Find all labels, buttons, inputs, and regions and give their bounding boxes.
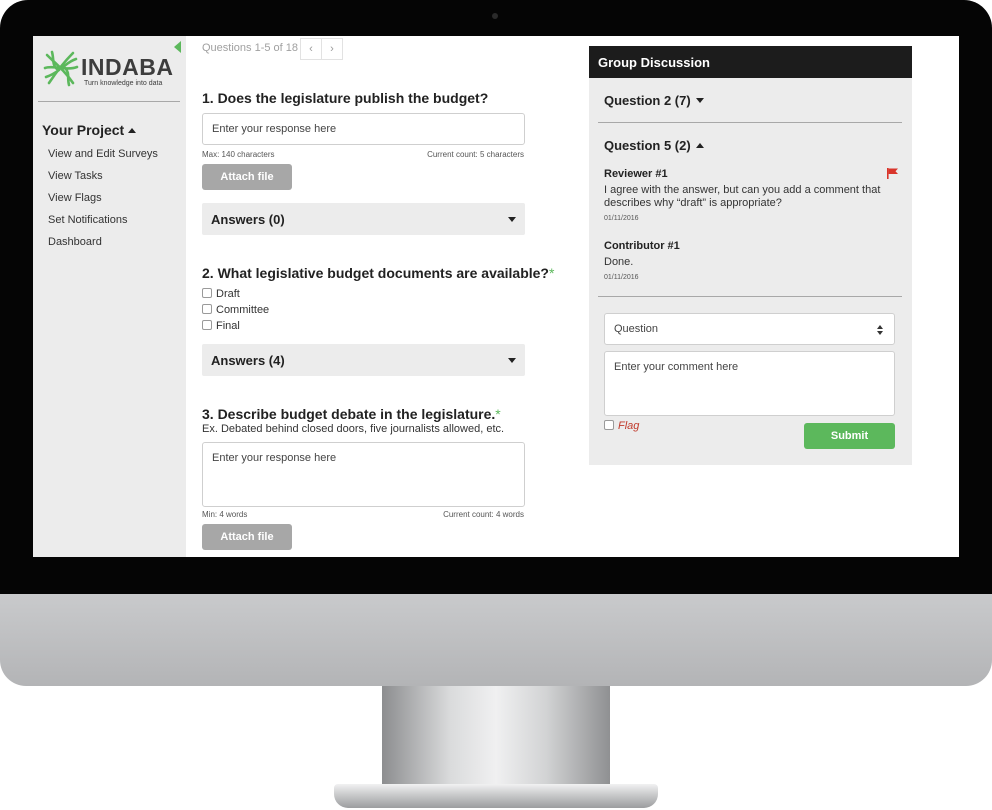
app-screen: INDABA Turn knowledge into data Your Pro… [33, 36, 959, 557]
comment-author: Contributor #1 [604, 240, 680, 252]
question-1-answers-toggle[interactable]: Answers (0) [202, 203, 525, 235]
panel-divider [598, 122, 902, 123]
question-3-count: Current count: 4 words [443, 510, 524, 519]
pager-status: Questions 1-5 of 18 [202, 42, 299, 54]
checkbox[interactable] [202, 304, 212, 314]
select-value: Question [614, 323, 659, 335]
comment-author: Reviewer #1 [604, 168, 668, 180]
chevron-down-icon [508, 358, 516, 363]
question-2-answers-toggle[interactable]: Answers (4) [202, 344, 525, 376]
panel-title: Group Discussion [589, 46, 912, 78]
checkbox[interactable] [604, 420, 614, 430]
question-3-limit: Min: 4 words [202, 510, 248, 519]
select-arrows-icon [877, 325, 883, 335]
flag-icon[interactable] [887, 168, 899, 179]
option-committee[interactable]: Committee [202, 304, 269, 318]
caret-up-icon [695, 143, 704, 148]
question-2-title-text: 2. What legislative budget documents are… [202, 265, 549, 281]
question-1-title: 1. Does the legislature publish the budg… [202, 90, 489, 106]
question-3-response-input[interactable]: Enter your response here [202, 442, 525, 507]
sidebar-item-dashboard[interactable]: Dashboard [48, 235, 158, 257]
question-1-count: Current count: 5 characters [427, 150, 524, 159]
flag-label: Flag [618, 420, 640, 432]
logo[interactable]: INDABA Turn knowledge into data [43, 49, 183, 91]
question-3-help: Ex. Debated behind closed doors, five jo… [202, 423, 505, 435]
comment-date: 01/11/2016 [604, 274, 639, 281]
comment-date: 01/11/2016 [604, 215, 639, 222]
answers-label: Answers (0) [211, 212, 285, 227]
caret-up-icon [128, 128, 137, 133]
group-label: Question 5 (2) [604, 138, 691, 153]
option-label: Draft [216, 288, 240, 300]
chevron-down-icon [508, 217, 516, 222]
panel-divider [598, 296, 902, 297]
question-3-title: 3. Describe budget debate in the legisla… [202, 406, 501, 422]
question-select[interactable]: Question [604, 313, 895, 345]
required-marker: * [549, 265, 555, 281]
option-label: Final [216, 320, 240, 332]
sidebar-item-view-flags[interactable]: View Flags [48, 191, 158, 213]
brand-tagline: Turn knowledge into data [84, 80, 163, 87]
indaba-logo-icon [43, 50, 79, 87]
option-label: Committee [216, 304, 270, 316]
project-title-label: Your Project [42, 122, 125, 138]
discussion-group-question-5[interactable]: Question 5 (2) [604, 138, 704, 153]
camera-dot [492, 13, 498, 19]
monitor-stand-base [334, 784, 658, 808]
sidebar-nav: View and Edit Surveys View Tasks View Fl… [48, 147, 158, 257]
required-marker: * [495, 406, 501, 422]
comment-body: Done. [604, 256, 634, 268]
discussion-group-question-2[interactable]: Question 2 (7) [604, 93, 704, 108]
option-final[interactable]: Final [202, 320, 240, 334]
submit-button[interactable]: Submit [804, 423, 895, 449]
option-draft[interactable]: Draft [202, 288, 240, 302]
sidebar: INDABA Turn knowledge into data Your Pro… [33, 36, 186, 557]
checkbox[interactable] [202, 320, 212, 330]
sidebar-item-view-edit-surveys[interactable]: View and Edit Surveys [48, 147, 158, 169]
group-label: Question 2 (7) [604, 93, 691, 108]
comment-input[interactable]: Enter your comment here [604, 351, 895, 416]
pager-next-button[interactable]: › [321, 38, 343, 60]
caret-down-icon [695, 98, 704, 103]
question-1-limit: Max: 140 characters [202, 150, 275, 159]
monitor-frame: INDABA Turn knowledge into data Your Pro… [0, 0, 992, 810]
sidebar-item-set-notifications[interactable]: Set Notifications [48, 213, 158, 235]
pager-prev-button[interactable]: ‹ [300, 38, 322, 60]
question-2-title: 2. What legislative budget documents are… [202, 265, 554, 281]
brand-name: INDABA [81, 54, 174, 80]
monitor-chin [0, 594, 992, 686]
question-1-response-input[interactable]: Enter your response here [202, 113, 525, 145]
question-3-title-text: 3. Describe budget debate in the legisla… [202, 406, 496, 422]
group-discussion-panel: Group Discussion Question 2 (7) Question… [589, 46, 912, 465]
sidebar-item-view-tasks[interactable]: View Tasks [48, 169, 158, 191]
flag-checkbox[interactable]: Flag [604, 420, 639, 432]
monitor-stand-neck [382, 686, 610, 786]
question-3-attach-button[interactable]: Attach file [202, 524, 292, 550]
comment-body: I agree with the answer, but can you add… [604, 184, 881, 209]
question-1-attach-button[interactable]: Attach file [202, 164, 292, 190]
checkbox[interactable] [202, 288, 212, 298]
answers-label: Answers (4) [211, 353, 285, 368]
project-title[interactable]: Your Project [42, 122, 137, 138]
sidebar-divider [38, 101, 180, 102]
